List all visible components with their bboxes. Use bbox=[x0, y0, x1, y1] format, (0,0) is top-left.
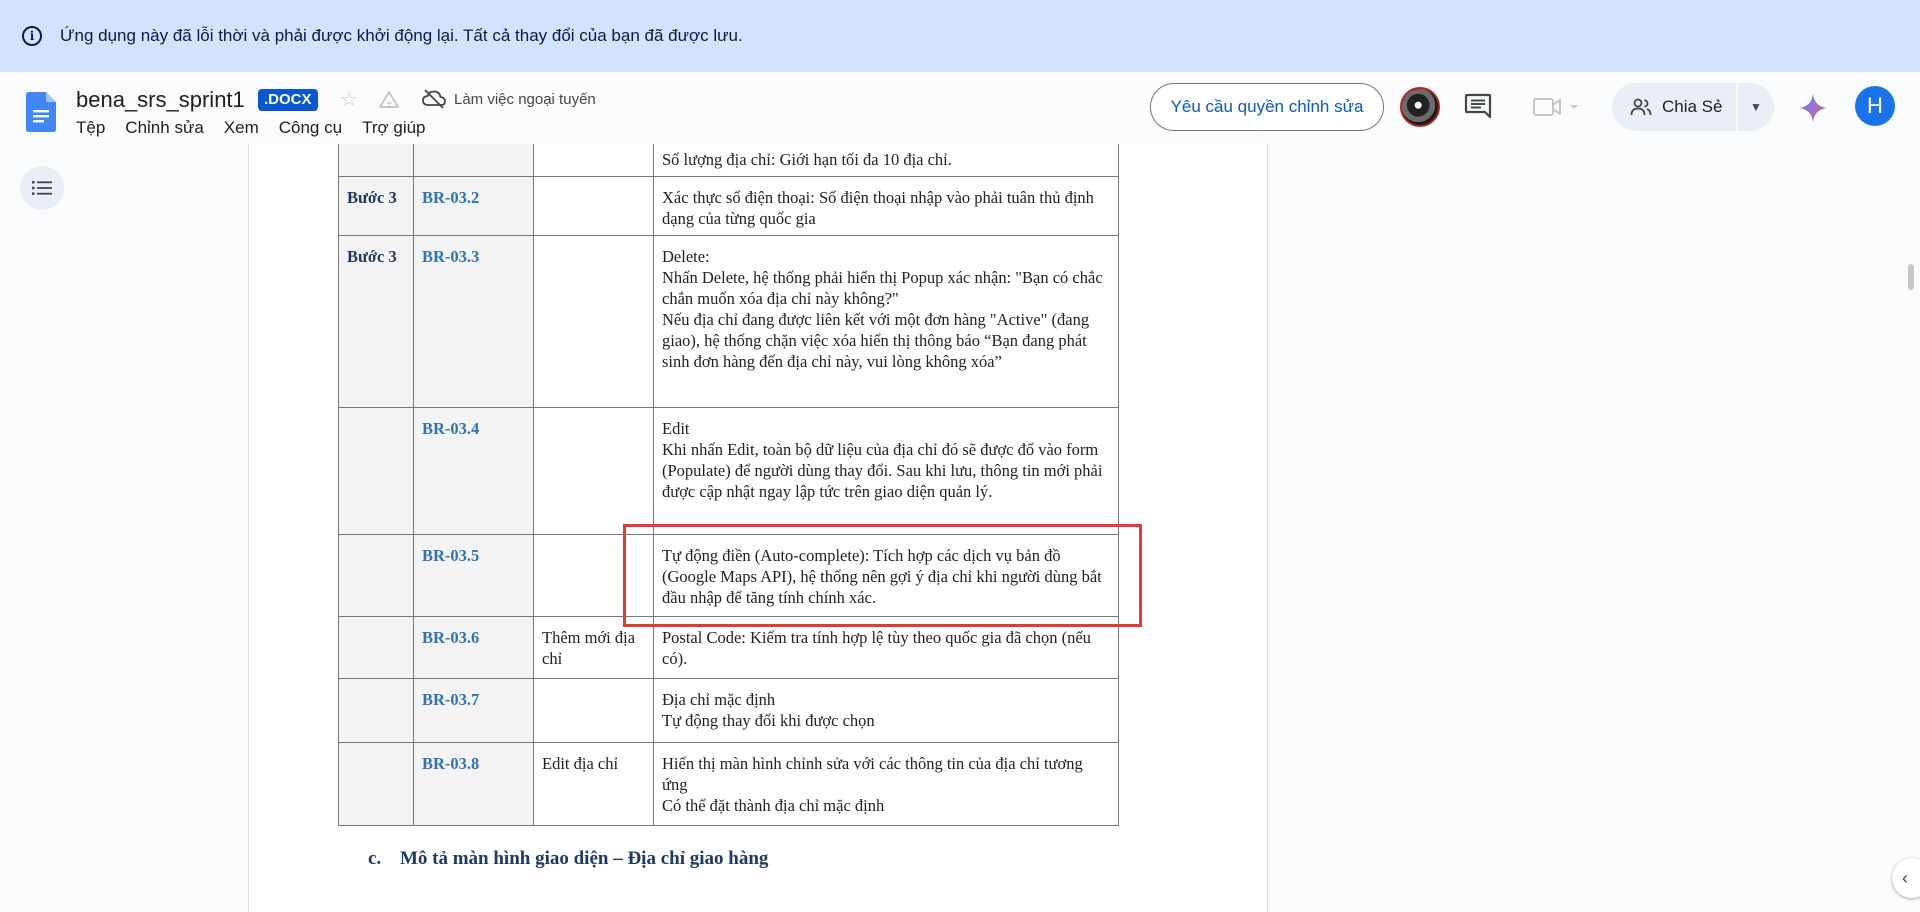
menu-view[interactable]: Xem bbox=[224, 118, 259, 138]
highlight-annotation-box bbox=[623, 524, 1142, 627]
description-cell: Xác thực số điện thoại: Số điện thoại nh… bbox=[653, 176, 1119, 236]
description-cell: Địa chỉ mặc định Tự động thay đổi khi đư… bbox=[653, 678, 1119, 743]
menu-bar: Tệp Chỉnh sửa Xem Công cụ Trợ giúp bbox=[76, 118, 426, 138]
code-cell: BR-03.3 bbox=[413, 235, 534, 408]
description-cell: Delete: Nhấn Delete, hệ thống phải hiển … bbox=[653, 235, 1119, 408]
step-cell: Bước 3 bbox=[338, 176, 414, 236]
description-line: Delete: bbox=[662, 247, 710, 266]
section-number: c. bbox=[368, 848, 382, 869]
section-title: Mô tả màn hình giao diện – Địa chỉ giao … bbox=[399, 848, 769, 869]
people-icon bbox=[1630, 98, 1652, 116]
table-row: Số lượng địa chỉ: Giới hạn tối đa 10 địa… bbox=[338, 144, 1119, 177]
code-cell: BR-03.8 bbox=[413, 742, 534, 826]
side-panel-toggle[interactable]: ‹ bbox=[1892, 858, 1920, 898]
description-line: Có thể đặt thành địa chỉ mặc định bbox=[662, 796, 885, 815]
requirements-table: Số lượng địa chỉ: Giới hạn tối đa 10 địa… bbox=[338, 144, 1119, 826]
notification-banner: i Ứng dụng này đã lỗi thời và phải được … bbox=[0, 0, 1920, 72]
function-cell bbox=[533, 678, 654, 743]
offline-status[interactable]: Làm việc ngoại tuyến bbox=[422, 89, 596, 109]
star-icon[interactable]: ☆ bbox=[338, 89, 360, 111]
table-row: Bước 3 BR-03.3 Delete: Nhấn Delete, hệ t… bbox=[338, 235, 1119, 408]
code-cell: BR-03.2 bbox=[413, 176, 534, 236]
table-row: BR-03.8 Edit địa chỉ Hiển thị màn hình c… bbox=[338, 742, 1119, 826]
function-cell bbox=[533, 176, 654, 236]
description-line: Hiển thị màn hình chỉnh sửa với các thôn… bbox=[662, 754, 1083, 794]
chevron-down-icon: ▼ bbox=[1750, 100, 1762, 114]
function-cell bbox=[533, 407, 654, 535]
menu-tools[interactable]: Công cụ bbox=[279, 118, 342, 138]
offline-label: Làm việc ngoại tuyến bbox=[454, 90, 596, 108]
function-cell bbox=[533, 144, 654, 177]
description-line: Nếu địa chỉ đang được liên kết với một đ… bbox=[662, 310, 1090, 371]
code-cell: BR-03.7 bbox=[413, 678, 534, 743]
description-cell: Hiển thị màn hình chỉnh sửa với các thôn… bbox=[653, 742, 1119, 826]
description-line: Edit bbox=[662, 419, 690, 438]
banner-message: Ứng dụng này đã lỗi thời và phải được kh… bbox=[60, 26, 743, 45]
chevron-left-icon: ‹ bbox=[1902, 867, 1908, 888]
collaborator-avatar[interactable] bbox=[1400, 87, 1440, 127]
outline-icon bbox=[32, 181, 52, 195]
function-cell bbox=[533, 235, 654, 408]
share-button[interactable]: Chia Sẻ bbox=[1612, 83, 1736, 131]
table-row: Bước 3 BR-03.2 Xác thực số điện thoại: S… bbox=[338, 176, 1119, 236]
info-icon: i bbox=[22, 26, 42, 46]
drive-move-icon[interactable]: + bbox=[378, 89, 400, 111]
document-outline-button[interactable] bbox=[20, 166, 64, 210]
step-cell bbox=[338, 534, 414, 617]
user-avatar[interactable]: H bbox=[1855, 86, 1895, 126]
description-cell: Edit Khi nhấn Edit, toàn bộ dữ liệu của … bbox=[653, 407, 1119, 535]
function-cell: Edit địa chỉ bbox=[533, 742, 654, 826]
share-label: Chia Sẻ bbox=[1662, 97, 1723, 116]
document-title[interactable]: bena_srs_sprint1 bbox=[76, 87, 245, 113]
step-cell bbox=[338, 616, 414, 679]
section-heading: c. Mô tả màn hình giao diện – Địa chỉ gi… bbox=[368, 848, 768, 870]
menu-edit[interactable]: Chỉnh sửa bbox=[125, 118, 203, 138]
description-line: Địa chỉ mặc định bbox=[662, 690, 776, 709]
menu-help[interactable]: Trợ giúp bbox=[362, 118, 425, 138]
step-cell bbox=[338, 407, 414, 535]
share-button-group: Chia Sẻ ▼ bbox=[1612, 83, 1774, 131]
docs-logo-icon[interactable] bbox=[26, 92, 56, 132]
share-dropdown-button[interactable]: ▼ bbox=[1738, 100, 1774, 114]
table-row: BR-03.7 Địa chỉ mặc định Tự động thay đổ… bbox=[338, 678, 1119, 743]
request-edit-access-button[interactable]: Yêu cầu quyền chỉnh sửa bbox=[1150, 83, 1384, 131]
code-cell: BR-03.4 bbox=[413, 407, 534, 535]
step-cell: Bước 3 bbox=[338, 235, 414, 408]
description-line: Khi nhấn Edit, toàn bộ dữ liệu của địa c… bbox=[662, 440, 1103, 501]
step-cell bbox=[338, 742, 414, 826]
description-cell: Số lượng địa chỉ: Giới hạn tối đa 10 địa… bbox=[653, 144, 1119, 177]
table-row: BR-03.4 Edit Khi nhấn Edit, toàn bộ dữ l… bbox=[338, 407, 1119, 535]
code-cell: BR-03.6 bbox=[413, 616, 534, 679]
description-line: Xác thực số điện thoại: Số điện thoại nh… bbox=[662, 188, 1094, 228]
meet-icon[interactable] bbox=[1532, 95, 1582, 119]
menu-file[interactable]: Tệp bbox=[76, 118, 105, 138]
code-cell bbox=[413, 144, 534, 177]
code-cell: BR-03.5 bbox=[413, 534, 534, 617]
file-type-badge: .DOCX bbox=[258, 89, 318, 111]
step-cell bbox=[338, 678, 414, 743]
svg-text:+: + bbox=[385, 99, 393, 109]
description-line: Tự động thay đổi khi được chọn bbox=[662, 711, 875, 730]
description-line: Postal Code: Kiểm tra tính hợp lệ tùy th… bbox=[662, 628, 1091, 668]
gemini-icon[interactable] bbox=[1799, 94, 1827, 122]
scrollbar-thumb[interactable] bbox=[1908, 264, 1914, 290]
cloud-off-icon bbox=[422, 89, 446, 109]
description-line: Nhấn Delete, hệ thống phải hiển thị Popu… bbox=[662, 268, 1103, 308]
description-line: Số lượng địa chỉ: Giới hạn tối đa 10 địa… bbox=[662, 150, 952, 169]
comment-icon[interactable] bbox=[1464, 93, 1492, 119]
step-cell bbox=[338, 144, 414, 177]
